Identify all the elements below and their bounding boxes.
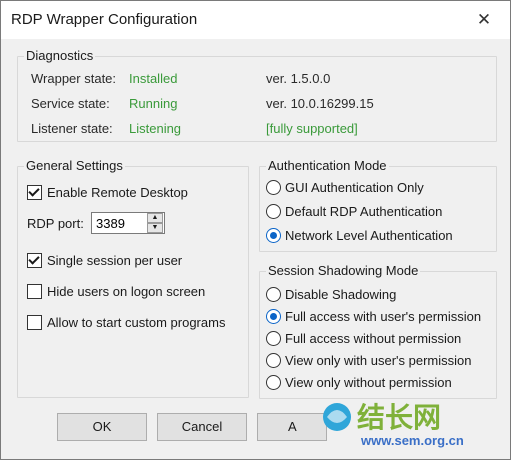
single-session-checkbox[interactable] — [27, 253, 42, 268]
wrapper-state-value: Installed — [129, 71, 178, 86]
listener-state-value: Listening — [129, 121, 182, 136]
auth-nla-label[interactable]: Network Level Authentication — [285, 228, 453, 243]
auth-nla-radio[interactable] — [266, 228, 281, 243]
window-title: RDP Wrapper Configuration — [11, 11, 198, 28]
rdp-config-window: RDP Wrapper Configuration ✕ Diagnostics … — [0, 0, 511, 460]
hide-users-label[interactable]: Hide users on logon screen — [47, 284, 205, 299]
shadow-view-perm-radio[interactable] — [266, 353, 281, 368]
shadow-view-noperm-radio[interactable] — [266, 375, 281, 390]
title-bar: RDP Wrapper Configuration ✕ — [1, 1, 510, 39]
rdp-port-label: RDP port: — [27, 216, 84, 231]
hide-users-checkbox[interactable] — [27, 284, 42, 299]
shadow-view-perm-label[interactable]: View only with user's permission — [285, 353, 471, 368]
enable-remote-desktop-checkbox[interactable] — [27, 185, 42, 200]
service-state-value: Running — [129, 96, 178, 111]
auth-gui-radio[interactable] — [266, 180, 281, 195]
apply-button[interactable]: A — [257, 413, 327, 441]
spin-down-icon[interactable]: ▼ — [147, 223, 163, 233]
close-icon[interactable]: ✕ — [472, 9, 496, 31]
general-settings-title: General Settings — [24, 158, 125, 173]
listener-support: [fully supported] — [266, 121, 358, 136]
general-settings-group: General Settings — [17, 158, 249, 398]
custom-programs-checkbox[interactable] — [27, 315, 42, 330]
spin-up-icon[interactable]: ▲ — [147, 213, 163, 223]
auth-mode-title: Authentication Mode — [266, 158, 389, 173]
shadow-full-perm-label[interactable]: Full access with user's permission — [285, 309, 481, 324]
listener-state-label: Listener state: — [31, 121, 113, 136]
shadow-disable-radio[interactable] — [266, 287, 281, 302]
auth-gui-label[interactable]: GUI Authentication Only — [285, 180, 424, 195]
service-state-label: Service state: — [31, 96, 110, 111]
ok-button[interactable]: OK — [57, 413, 147, 441]
single-session-label[interactable]: Single session per user — [47, 253, 182, 268]
diagnostics-title: Diagnostics — [24, 48, 96, 63]
rdp-port-spinner[interactable]: ▲ ▼ — [147, 213, 163, 233]
custom-programs-label[interactable]: Allow to start custom programs — [47, 315, 225, 330]
auth-default-radio[interactable] — [266, 204, 281, 219]
shadow-full-perm-radio[interactable] — [266, 309, 281, 324]
watermark-logo-icon: 结长网 — [323, 401, 441, 434]
shadow-full-noperm-radio[interactable] — [266, 331, 281, 346]
shadow-full-noperm-label[interactable]: Full access without permission — [285, 331, 461, 346]
cancel-button[interactable]: Cancel — [157, 413, 247, 441]
enable-remote-desktop-label[interactable]: Enable Remote Desktop — [47, 185, 188, 200]
shadow-disable-label[interactable]: Disable Shadowing — [285, 287, 396, 302]
auth-default-label[interactable]: Default RDP Authentication — [285, 204, 442, 219]
service-version: ver. 10.0.16299.15 — [266, 96, 374, 111]
wrapper-state-label: Wrapper state: — [31, 71, 117, 86]
watermark-url: www.sem.org.cn — [361, 433, 464, 448]
wrapper-version: ver. 1.5.0.0 — [266, 71, 331, 86]
shadow-mode-title: Session Shadowing Mode — [266, 263, 421, 278]
shadow-view-noperm-label[interactable]: View only without permission — [285, 375, 452, 390]
watermark-logo-text: 结长网 — [357, 401, 441, 434]
